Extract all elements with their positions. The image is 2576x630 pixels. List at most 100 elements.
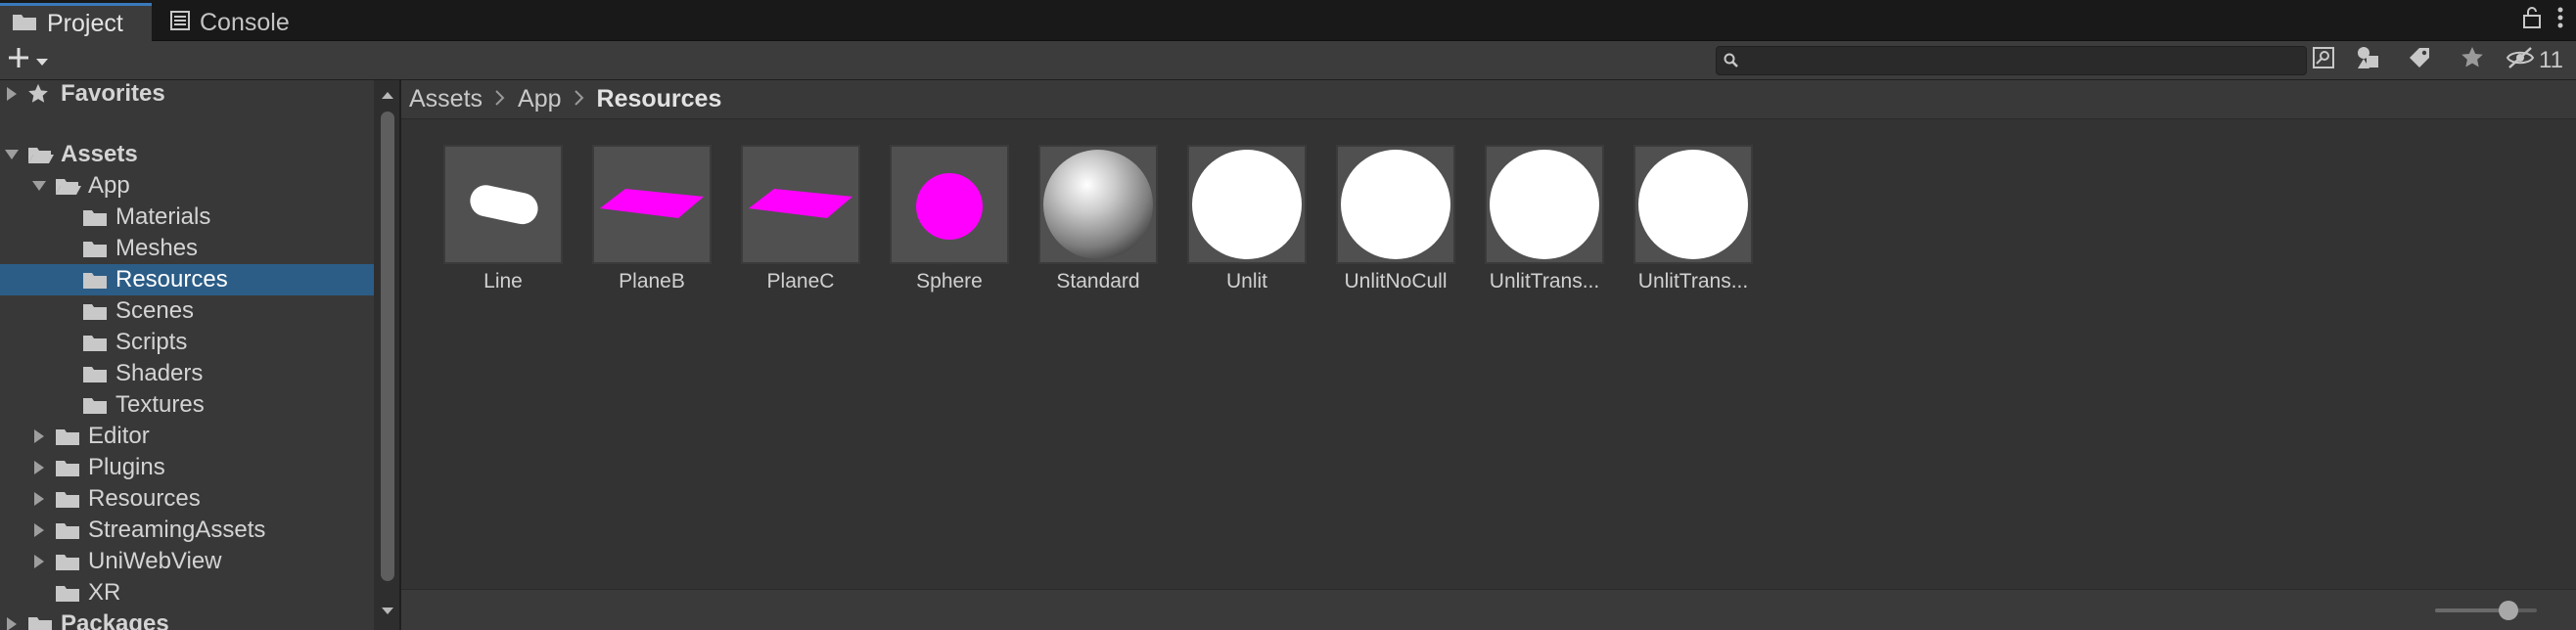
breadcrumb: Assets App Resources [401, 80, 2576, 119]
tree-item-plugins[interactable]: Plugins [0, 452, 374, 483]
more-options-icon[interactable] [2556, 6, 2564, 36]
scroll-down-icon[interactable] [381, 605, 394, 618]
asset-item[interactable]: Standard [1028, 145, 1158, 301]
tree-item-packages[interactable]: Packages [0, 608, 374, 630]
chevron-right-icon [574, 87, 585, 112]
tree-item-scenes[interactable]: Scenes [0, 295, 374, 327]
arrow-placeholder [57, 270, 76, 290]
star-icon [27, 83, 55, 105]
scrollbar-thumb[interactable] [381, 112, 394, 581]
asset-item[interactable]: Unlit [1176, 145, 1307, 301]
tab-console[interactable]: Console [159, 4, 305, 41]
tree-item-xr[interactable]: XR [0, 577, 374, 608]
lock-icon[interactable] [2523, 7, 2541, 35]
asset-label: Unlit [1225, 270, 1267, 292]
asset-item[interactable]: PlaneC [730, 145, 860, 301]
breadcrumb-current[interactable]: Resources [597, 85, 722, 113]
tab-label: Project [47, 9, 123, 37]
folder-icon [55, 519, 82, 541]
tree-item-uniwebview[interactable]: UniWebView [0, 546, 374, 577]
search-input[interactable] [1746, 49, 2306, 72]
folder-icon [12, 10, 37, 38]
asset-item[interactable]: Line [433, 145, 563, 301]
search-window-icon [2312, 46, 2335, 76]
asset-item[interactable]: UnlitNoCull [1325, 145, 1455, 301]
asset-item[interactable]: PlaneB [581, 145, 712, 301]
zoom-slider-knob[interactable] [2498, 601, 2518, 620]
arrow-placeholder [57, 207, 76, 227]
arrow-placeholder [57, 333, 76, 352]
white-sphere-preview-icon [1633, 145, 1753, 264]
asset-label: Standard [1056, 270, 1140, 292]
chevron-right-icon [494, 87, 506, 112]
create-button[interactable] [8, 45, 49, 76]
tab-label: Console [200, 8, 290, 36]
tree-item-app[interactable]: App [0, 170, 374, 202]
tree-item-streamingassets[interactable]: StreamingAssets [0, 515, 374, 546]
breadcrumb-item[interactable]: Assets [409, 85, 483, 113]
magenta-plane-preview-icon [741, 145, 860, 264]
folder-icon [82, 332, 110, 353]
asset-item[interactable]: Sphere [879, 145, 1009, 301]
tree-item-label: Meshes [115, 235, 199, 261]
magenta-sphere-preview-icon [890, 145, 1009, 264]
tree-scrollbar[interactable] [374, 80, 401, 630]
breadcrumb-item[interactable]: App [518, 85, 561, 113]
tree-item-shaders[interactable]: Shaders [0, 358, 374, 389]
tree-item-materials[interactable]: Materials [0, 202, 374, 233]
shapes-icon [2356, 45, 2381, 77]
window-tab-bar: Project Console [0, 0, 2576, 41]
folder-tree: Favorites Assets App Materials Meshes Resourc… [0, 80, 374, 630]
folder-open-icon [27, 144, 55, 165]
tree-item-label: XR [88, 579, 121, 606]
tree-item-meshes[interactable]: Meshes [0, 233, 374, 264]
tree-item-editor[interactable]: Editor [0, 421, 374, 452]
zoom-slider[interactable] [2435, 601, 2537, 620]
tree-item-resources[interactable]: Resources [0, 483, 374, 515]
zoom-slider-fill [2435, 608, 2508, 612]
asset-label: UnlitNoCull [1344, 270, 1448, 292]
filter-by-type-button[interactable] [2349, 45, 2388, 76]
tree-item-label: Assets [61, 141, 138, 167]
asset-label: UnlitTrans... [1489, 270, 1600, 292]
tree-item-textures[interactable]: Textures [0, 389, 374, 421]
tree-item-label: Editor [88, 423, 150, 449]
favorites-filter-button[interactable] [2453, 45, 2492, 76]
tab-project[interactable]: Project [0, 3, 152, 41]
collapsed-arrow-icon[interactable] [29, 552, 49, 571]
capsule-preview-icon [443, 145, 563, 264]
asset-browser: Assets App Resources Line PlaneB PlaneC Sph… [401, 80, 2576, 630]
search-icon [1717, 47, 1746, 74]
expanded-arrow-icon[interactable] [29, 176, 49, 196]
asset-item[interactable]: UnlitTrans... [1623, 145, 1753, 301]
collapsed-arrow-icon[interactable] [29, 427, 49, 446]
tree-item-label: UniWebView [88, 548, 222, 574]
collapsed-arrow-icon[interactable] [29, 458, 49, 477]
hidden-packages-toggle[interactable]: 11 [2506, 45, 2563, 76]
folder-icon [55, 551, 82, 572]
scroll-up-icon[interactable] [381, 88, 394, 102]
collapsed-arrow-icon[interactable] [29, 489, 49, 509]
search-in-window-button[interactable] [2304, 45, 2343, 76]
tree-item-label: Resources [88, 485, 201, 512]
filter-by-label-button[interactable] [2400, 45, 2439, 76]
asset-item[interactable]: UnlitTrans... [1474, 145, 1604, 301]
tree-item-label: Materials [115, 203, 211, 230]
white-sphere-preview-icon [1336, 145, 1455, 264]
hidden-count: 11 [2539, 47, 2563, 73]
search-field[interactable] [1716, 46, 2307, 75]
folder-icon [82, 300, 110, 322]
tree-item-assets[interactable]: Assets [0, 139, 374, 170]
tree-item-favorites[interactable]: Favorites [0, 80, 374, 110]
folder-icon [27, 613, 55, 630]
console-icon [170, 9, 190, 37]
expanded-arrow-icon[interactable] [2, 145, 22, 164]
tree-item-resources[interactable]: Resources [0, 264, 374, 295]
collapsed-arrow-icon[interactable] [2, 614, 22, 630]
collapsed-arrow-icon[interactable] [29, 520, 49, 540]
arrow-placeholder [57, 364, 76, 383]
arrow-placeholder [57, 301, 76, 321]
folder-icon [82, 238, 110, 259]
collapsed-arrow-icon[interactable] [2, 84, 22, 104]
tree-item-scripts[interactable]: Scripts [0, 327, 374, 358]
